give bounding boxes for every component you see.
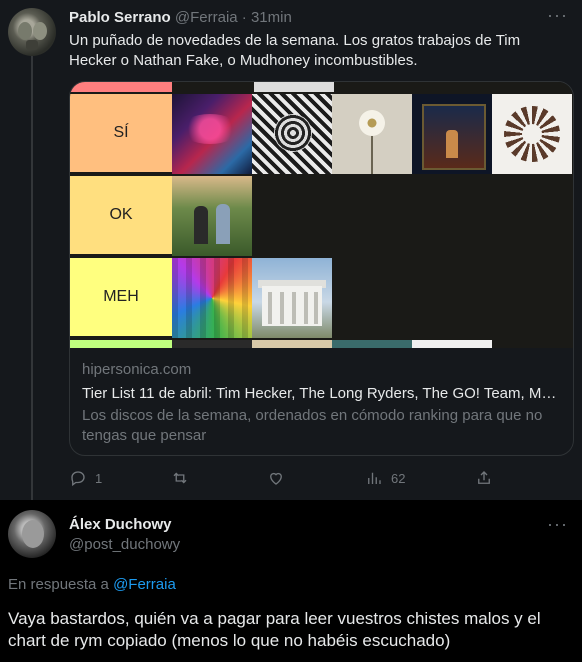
tier-row-ok: OK [70,174,573,256]
album-cover [252,94,332,174]
tweet-text: Vaya bastardos, quién va a pagar para le… [8,609,541,650]
retweet-button[interactable] [171,469,197,487]
author-name[interactable]: Álex Duchowy [69,516,172,533]
album-cover [172,176,252,256]
album-cover [332,94,412,174]
album-cover [412,94,492,174]
reply-button[interactable]: 1 [69,469,102,487]
retweet-icon [173,472,187,484]
tweet-reply[interactable]: Álex Duchowy @post_duchowy ··· En respue… [0,500,582,662]
album-cover [172,340,252,348]
reply-count: 1 [95,470,103,486]
album-cover [252,340,332,348]
album-cover [252,258,332,338]
link-card[interactable]: SÍ OK MEH hipersonica.com Tier List 11 d… [69,81,574,456]
avatar[interactable] [8,8,56,56]
author-handle[interactable]: @post_duchowy [69,536,180,553]
tweet-actions: 1 62 [69,469,499,489]
views-button[interactable]: 62 [365,469,405,487]
tweet-text: Un puñado de novedades de la semana. Los… [69,32,521,69]
views-count: 62 [391,470,406,486]
tweet-time[interactable]: 31min [251,9,292,26]
share-button[interactable] [475,469,493,487]
heart-icon [270,472,282,485]
thread-connector-line [31,56,33,500]
author-name[interactable]: Pablo Serrano [69,9,171,26]
card-description: Los discos de la semana, ordenados en có… [82,407,543,444]
reply-to-handle-link[interactable]: @Ferraia [113,576,176,593]
more-options-icon[interactable]: ··· [547,514,568,535]
album-cover [492,94,572,174]
like-button[interactable] [267,469,293,487]
share-icon [478,471,490,484]
author-handle[interactable]: @Ferraia [175,9,238,26]
tweet-header: Pablo Serrano @Ferraia · 31min [69,9,292,26]
reply-icon [71,471,85,487]
card-domain: hipersonica.com [82,361,192,378]
album-cover [172,94,252,174]
card-image-tier-list: SÍ OK MEH [70,82,573,348]
card-meta: hipersonica.com Tier List 11 de abril: T… [70,348,573,446]
tier-label: SÍ [70,94,172,172]
tier-row-partial [70,338,573,348]
more-options-icon[interactable]: ··· [547,5,568,26]
reply-prefix: En respuesta a [8,576,109,593]
album-cover [172,258,252,338]
analytics-icon [368,472,381,484]
tweet-main[interactable]: Pablo Serrano @Ferraia · 31min ··· Un pu… [0,0,582,500]
tier-row-si: SÍ [70,92,573,174]
avatar[interactable] [8,510,56,558]
tier-label: MEH [70,258,172,336]
tier-label: OK [70,176,172,254]
card-title[interactable]: Tier List 11 de abril: Tim Hecker, The L… [82,384,561,404]
album-cover [332,340,412,348]
reply-context: En respuesta a @Ferraia [8,576,176,593]
tier-row-meh: MEH [70,256,573,338]
separator-dot: · [241,9,247,26]
album-cover [412,340,492,348]
